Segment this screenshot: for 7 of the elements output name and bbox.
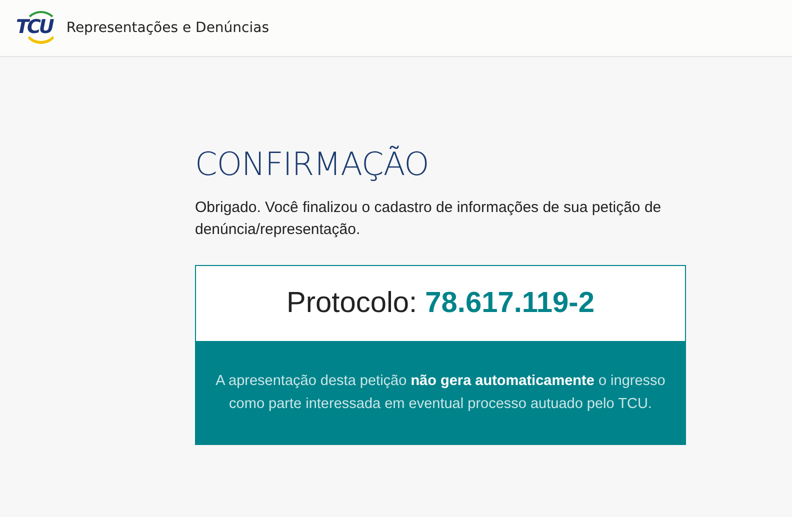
- logo: TCU: [16, 12, 54, 44]
- protocol-label: Protocolo:: [286, 287, 418, 320]
- app-title: Representações e Denúncias: [66, 20, 270, 36]
- protocol-number: 78.617.119-2: [425, 287, 594, 320]
- confirmation-message: Obrigado. Você finalizou o cadastro de informações de sua petição de denúncia/representação.: [195, 198, 662, 240]
- page-heading: CONFIRMAÇÃO: [195, 145, 430, 183]
- notice-text: A apresentação desta petição não gera automaticamente o ingresso como parte interessada em eventual processo autuado pelo TCU.: [214, 372, 666, 414]
